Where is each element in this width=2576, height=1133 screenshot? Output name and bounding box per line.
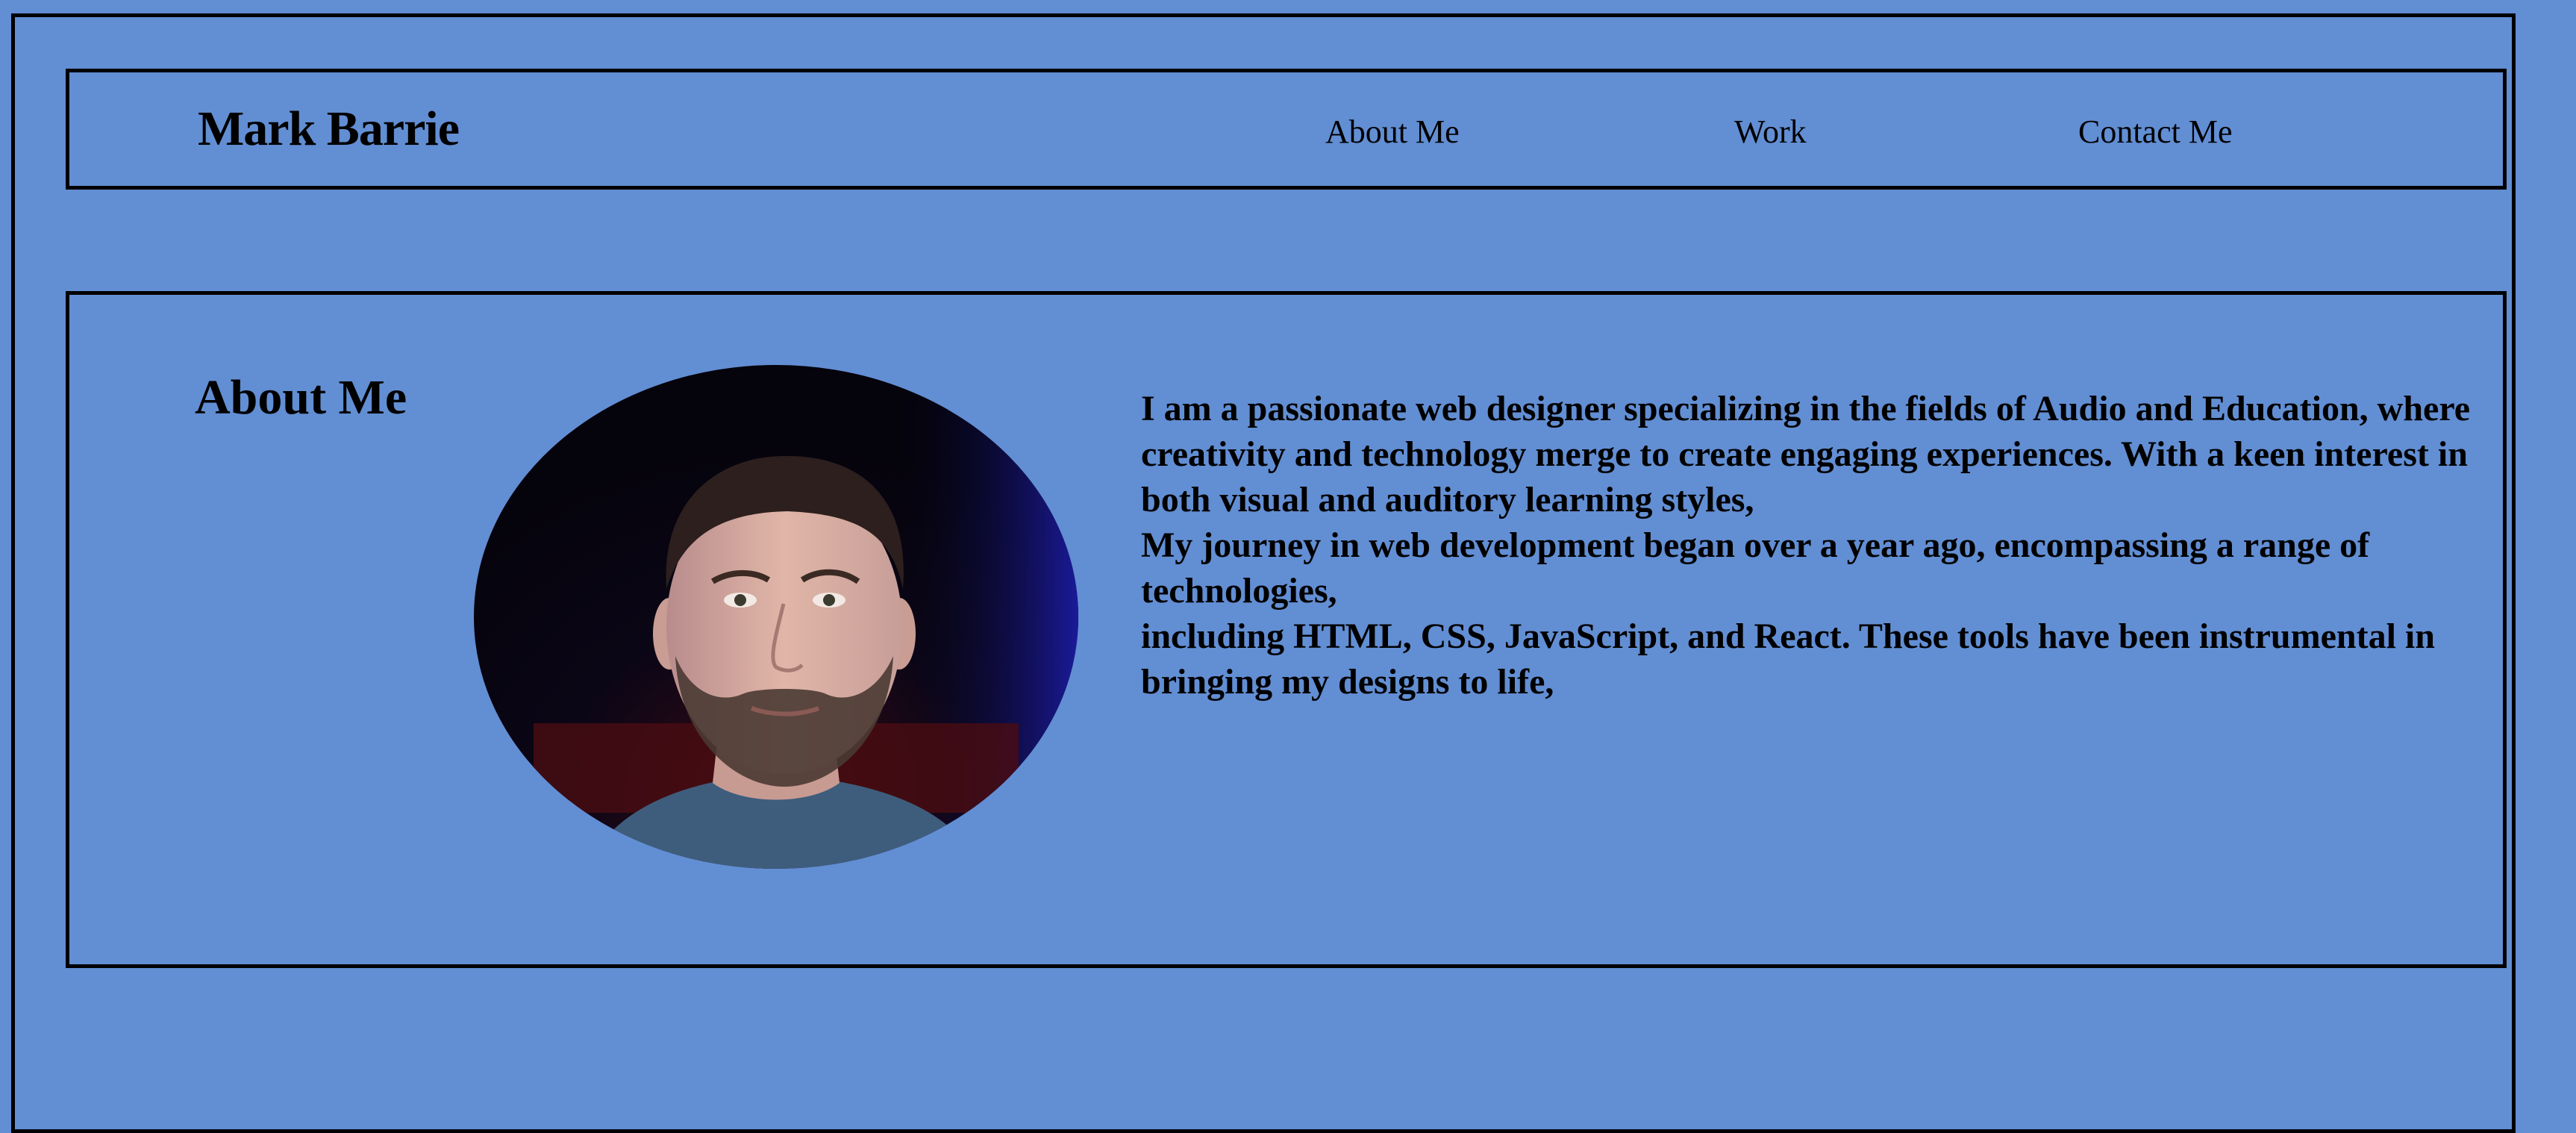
nav-link-work[interactable]: Work xyxy=(1734,113,1807,150)
nav-link-about-me[interactable]: About Me xyxy=(1325,113,1460,150)
nav-link-contact-me[interactable]: Contact Me xyxy=(2078,113,2233,150)
bio-line: My journey in web development began over… xyxy=(1141,525,2370,611)
bio-line: I am a passionate web designer specializ… xyxy=(1141,389,2471,519)
bio-text: I am a passionate web designer specializ… xyxy=(1141,386,2507,705)
brand-name[interactable]: Mark Barrie xyxy=(198,102,460,157)
bio-line: including HTML, CSS, JavaScript, and Rea… xyxy=(1141,617,2435,702)
site-header: Mark Barrie About Me Work Contact Me xyxy=(66,69,2507,190)
about-section: About Me I am a passionate web designer … xyxy=(66,291,2507,968)
profile-photo xyxy=(474,365,1078,869)
about-title: About Me xyxy=(195,370,407,425)
